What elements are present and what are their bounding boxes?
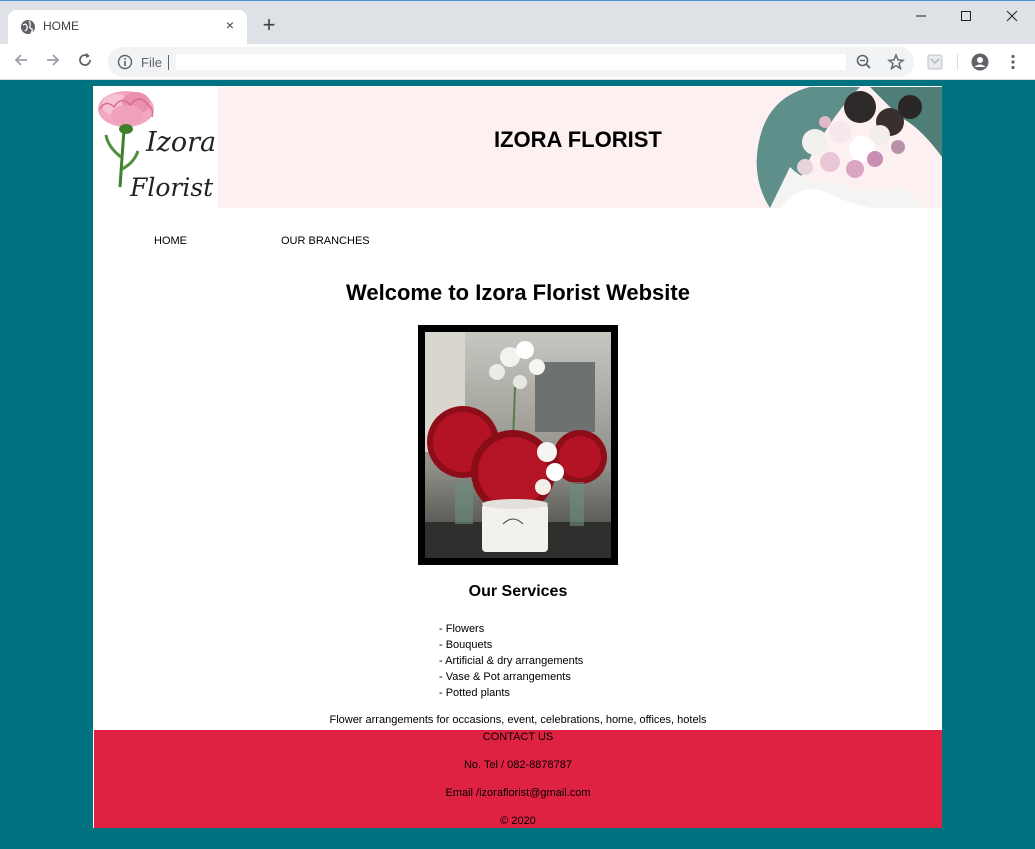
address-separator: [168, 55, 169, 70]
contact-phone: No. Tel / 082-8878787: [463, 759, 573, 771]
browser-tab[interactable]: HOME ×: [8, 10, 247, 45]
contact-email: Email /izoraflorist@gmail.com: [445, 787, 591, 799]
address-bar[interactable]: File: [108, 47, 914, 77]
bookmark-star-icon[interactable]: [887, 53, 905, 71]
info-icon[interactable]: [117, 54, 133, 70]
back-arrow-icon[interactable]: [10, 51, 32, 73]
globe-icon: [21, 20, 35, 34]
site-header: Izora Florist IZORA FLORIST: [94, 87, 942, 208]
nav-item-home[interactable]: HOME: [154, 235, 187, 247]
nav-item-our-branches[interactable]: OUR BRANCHES: [281, 235, 370, 247]
zoom-icon[interactable]: [855, 53, 873, 71]
copyright: © 2020: [500, 815, 536, 827]
logo-text-florist: Florist: [130, 173, 214, 202]
reload-icon[interactable]: [74, 51, 96, 73]
services-heading: Our Services: [468, 583, 568, 600]
service-item: - Bouquets: [439, 639, 493, 651]
browser-tab-strip: HOME × +: [0, 0, 1035, 45]
new-tab-button[interactable]: +: [258, 14, 280, 37]
browser-toolbar: File: [0, 44, 1035, 80]
rose-arrangement-image: [425, 332, 611, 558]
forward-arrow-icon[interactable]: [42, 51, 64, 73]
menu-dots-icon[interactable]: [1004, 53, 1022, 71]
featured-photo: [418, 325, 618, 565]
toolbar-divider: [957, 54, 958, 70]
minimize-icon[interactable]: [911, 7, 931, 27]
contact-heading: CONTACT US: [482, 731, 554, 743]
service-item: - Artificial & dry arrangements: [439, 655, 584, 667]
service-item: - Vase & Pot arrangements: [439, 671, 571, 683]
tagline: Flower arrangements for occasions, event…: [329, 714, 707, 726]
tab-title: HOME: [43, 19, 79, 33]
site-footer: CONTACT US No. Tel / 082-8878787 Email /…: [94, 730, 942, 828]
close-window-icon[interactable]: [1002, 7, 1022, 27]
site-logo[interactable]: Izora Florist: [94, 87, 218, 208]
page-container: Izora Florist IZORA FLORIST HOME OUR BRA…: [93, 86, 942, 828]
logo-text-izora: Izora: [146, 127, 217, 158]
url-field[interactable]: [176, 54, 846, 70]
service-item: - Flowers: [439, 623, 485, 635]
account-avatar-icon[interactable]: [971, 53, 989, 71]
maximize-icon[interactable]: [956, 7, 976, 27]
services-list: - Flowers - Bouquets - Artificial & dry …: [439, 621, 583, 701]
service-item: - Potted plants: [439, 687, 510, 699]
extension-icon[interactable]: [926, 53, 944, 71]
site-title: IZORA FLORIST: [494, 127, 662, 152]
close-tab-icon[interactable]: ×: [221, 16, 239, 34]
page-heading: Welcome to Izora Florist Website: [346, 280, 690, 305]
bouquet-image: [750, 87, 942, 208]
address-scheme: File: [141, 55, 162, 70]
